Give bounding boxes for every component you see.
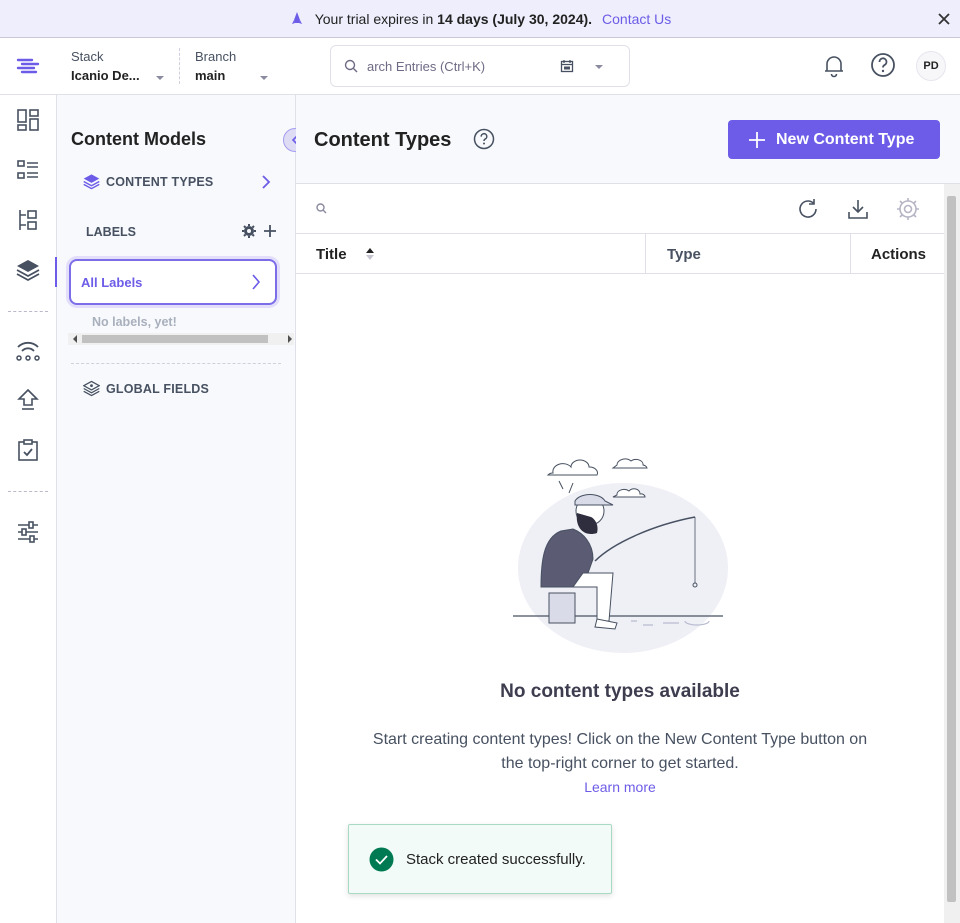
- app-nav-rail: [0, 95, 57, 923]
- stack-label: Stack: [71, 49, 104, 64]
- plus-icon: [749, 131, 765, 148]
- download-icon[interactable]: [846, 197, 870, 221]
- stack-selector[interactable]: Stack Icanio De...: [71, 49, 171, 83]
- column-actions: Actions: [850, 234, 944, 274]
- search-input[interactable]: arch Entries (Ctrl+K): [330, 45, 630, 87]
- empty-state-title: No content types available: [500, 681, 740, 702]
- top-header: Stack Icanio De... Branch main arch Entr…: [0, 38, 960, 95]
- dashboard-icon[interactable]: [16, 108, 40, 132]
- avatar[interactable]: PD: [916, 51, 946, 81]
- divider: [71, 363, 281, 364]
- help-icon[interactable]: [869, 51, 897, 79]
- calendar-icon[interactable]: [560, 59, 574, 73]
- rocket-icon: [291, 11, 302, 24]
- all-labels-item[interactable]: All Labels: [69, 259, 277, 305]
- empty-state-description: Start creating content types! Click on t…: [372, 731, 868, 772]
- global-fields-label: GLOBAL FIELDS: [106, 381, 210, 396]
- horizontal-scrollbar[interactable]: [68, 333, 294, 345]
- branch-label: Branch: [195, 49, 237, 64]
- panel-title: Content Models: [71, 129, 206, 149]
- vertical-scrollbar[interactable]: [944, 184, 960, 923]
- all-labels-text: All Labels: [81, 275, 143, 290]
- nav-content-types[interactable]: CONTENT TYPES: [83, 173, 213, 190]
- chevron-right-icon[interactable]: [261, 175, 271, 189]
- logo-icon[interactable]: [14, 52, 42, 80]
- assets-icon[interactable]: [16, 208, 40, 232]
- search-placeholder: arch Entries (Ctrl+K): [367, 59, 486, 74]
- scroll-left-icon[interactable]: [71, 335, 79, 343]
- column-type-label: Type: [667, 245, 701, 263]
- stack-layers-icon: [83, 174, 100, 190]
- main-content: Content Types New Content Type Title Typ…: [296, 95, 960, 923]
- column-actions-label: Actions: [871, 245, 927, 263]
- deploy-icon[interactable]: [16, 388, 40, 412]
- global-fields-icon: [83, 380, 100, 397]
- trial-banner: Your trial expires in 14 days (July 30, …: [0, 0, 960, 38]
- page-title: Content Types: [314, 129, 452, 151]
- chevron-down-icon: [156, 76, 164, 80]
- check-circle-icon: [369, 847, 394, 871]
- branch-selector[interactable]: Branch main: [195, 49, 275, 83]
- divider: [8, 491, 48, 492]
- column-title[interactable]: Title: [316, 234, 375, 274]
- contact-us-link[interactable]: Contact Us: [602, 11, 671, 27]
- content-models-icon[interactable]: [16, 258, 40, 282]
- success-toast: Stack created successfully.: [348, 824, 612, 894]
- column-type[interactable]: Type: [645, 234, 701, 274]
- new-content-type-button[interactable]: New Content Type: [728, 120, 940, 159]
- table-toolbar: [296, 184, 944, 234]
- labels-header: LABELS: [86, 225, 136, 239]
- search-icon: [344, 59, 358, 73]
- chevron-down-icon: [260, 76, 268, 80]
- learn-more-link[interactable]: Learn more: [296, 779, 944, 795]
- fisherman-illustration: [513, 458, 728, 653]
- close-icon[interactable]: [936, 11, 952, 27]
- banner-highlight: 14 days (July 30, 2024).: [437, 10, 593, 27]
- help-icon[interactable]: [473, 128, 495, 150]
- content-types-label: CONTENT TYPES: [106, 174, 214, 189]
- refresh-icon[interactable]: [796, 197, 820, 221]
- sort-icon[interactable]: [365, 246, 375, 262]
- chevron-right-icon: [252, 274, 261, 290]
- nav-global-fields[interactable]: GLOBAL FIELDS: [83, 380, 209, 397]
- chevron-down-icon[interactable]: [594, 63, 604, 71]
- no-labels-text: No labels, yet!: [92, 315, 177, 329]
- scrollbar-thumb[interactable]: [82, 335, 268, 343]
- add-label-icon[interactable]: [262, 223, 278, 239]
- toast-message: Stack created successfully.: [406, 850, 586, 868]
- divider: [179, 48, 180, 84]
- banner-prefix: Your trial expires in: [314, 10, 434, 27]
- scrollbar-thumb[interactable]: [947, 196, 956, 902]
- table-header: Title Type Actions: [296, 234, 944, 274]
- settings-icon[interactable]: [16, 520, 40, 544]
- table-settings-icon[interactable]: [896, 197, 920, 221]
- bell-icon[interactable]: [820, 51, 848, 79]
- search-icon[interactable]: [316, 203, 327, 214]
- column-title-label: Title: [316, 245, 347, 263]
- scroll-right-icon[interactable]: [286, 335, 294, 343]
- entries-icon[interactable]: [16, 158, 40, 182]
- new-content-type-label: New Content Type: [776, 130, 915, 148]
- gear-icon[interactable]: [241, 223, 257, 239]
- webhooks-icon[interactable]: [16, 338, 40, 362]
- releases-icon[interactable]: [16, 438, 40, 462]
- content-models-panel: Content Models CONTENT TYPES LABELS All …: [57, 95, 307, 923]
- divider: [8, 311, 48, 312]
- page-header: Content Types New Content Type: [296, 95, 960, 184]
